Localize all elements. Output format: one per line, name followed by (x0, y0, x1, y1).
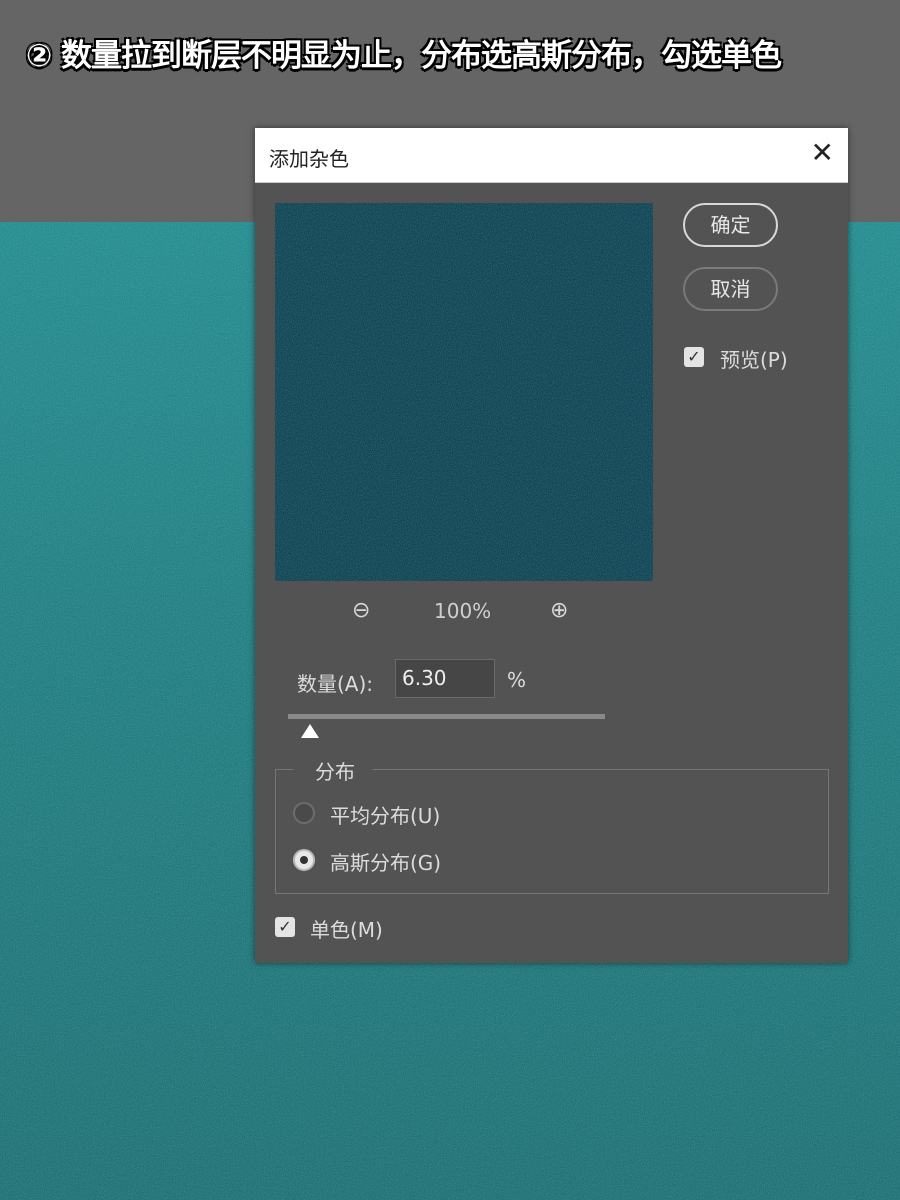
ok-button[interactable]: 确定 (683, 203, 778, 247)
dialog-titlebar: 添加杂色 ✕ (255, 128, 848, 183)
close-icon[interactable]: ✕ (811, 138, 834, 168)
gaussian-label: 高斯分布(G) (330, 851, 442, 875)
zoom-out-icon[interactable]: ⊖ (352, 598, 370, 623)
amount-unit: % (507, 668, 527, 692)
instruction-caption: ② 数量拉到断层不明显为止，分布选高斯分布，勾选单色 (26, 38, 782, 74)
amount-slider-thumb[interactable] (301, 724, 319, 738)
preview-checkbox[interactable]: ✓ (684, 347, 704, 367)
preview-label: 预览(P) (720, 348, 788, 372)
amount-slider-track[interactable] (288, 714, 605, 719)
amount-input[interactable]: 6.30 (395, 659, 495, 698)
dialog-title: 添加杂色 (269, 147, 349, 171)
gaussian-radio[interactable] (293, 849, 315, 871)
add-noise-dialog: 添加杂色 ✕ 确定 取消 ✓ 预览(P) ⊖ 100% ⊕ 数量(A): 6.3… (255, 128, 848, 963)
monochrome-checkbox[interactable]: ✓ (275, 917, 295, 937)
uniform-label: 平均分布(U) (330, 804, 441, 828)
monochrome-label: 单色(M) (310, 918, 383, 942)
zoom-level: 100% (434, 599, 492, 623)
distribution-label: 分布 (293, 756, 373, 785)
preview-image[interactable] (275, 203, 653, 581)
amount-label: 数量(A): (297, 672, 374, 696)
uniform-radio[interactable] (293, 802, 315, 824)
zoom-in-icon[interactable]: ⊕ (550, 598, 568, 623)
preview-noise (275, 203, 653, 581)
cancel-button[interactable]: 取消 (683, 267, 778, 311)
